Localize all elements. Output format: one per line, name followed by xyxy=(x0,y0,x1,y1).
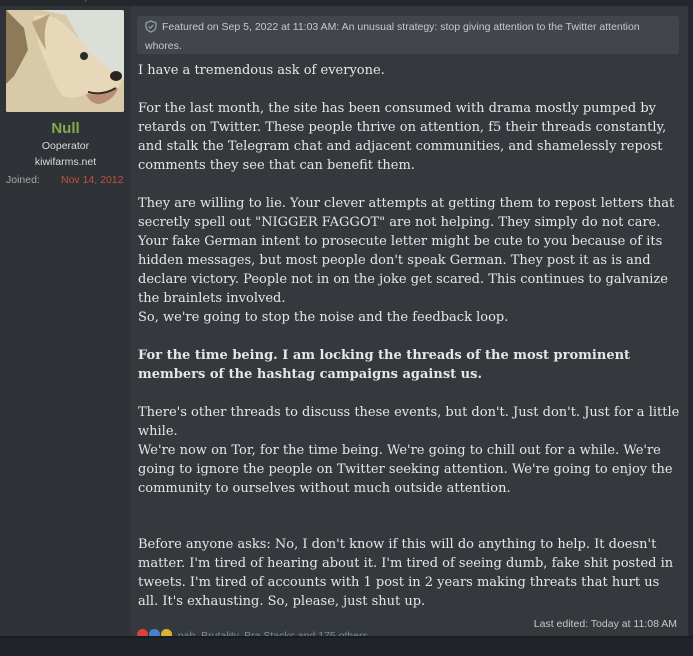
user-info-column: Null Ooperator kiwifarms.net Joined: Nov… xyxy=(0,6,131,636)
shield-check-icon xyxy=(145,20,157,38)
user-domain: kiwifarms.net xyxy=(34,156,97,168)
username[interactable]: Null xyxy=(0,120,131,137)
avatar-image xyxy=(6,10,124,112)
post-paragraph: So, we're going to stop the noise and th… xyxy=(138,310,509,325)
post-paragraph: For the last month, the site has been co… xyxy=(138,101,667,173)
last-edited: Last edited: Today at 11:08 AM xyxy=(533,618,677,630)
scrollbar[interactable] xyxy=(688,6,693,636)
user-title: Ooperator xyxy=(41,140,90,152)
joined-row: Joined: Nov 14, 2012 xyxy=(6,174,128,186)
post-paragraph: I have a tremendous ask of everyone. xyxy=(138,63,385,78)
post-content-column: Featured on Sep 5, 2022 at 11:03 AM: An … xyxy=(131,6,688,636)
featured-text: Featured on Sep 5, 2022 at 11:03 AM: An … xyxy=(145,21,640,52)
post-paragraph: They are willing to lie. Your clever att… xyxy=(138,196,675,306)
featured-notice: Featured on Sep 5, 2022 at 11:03 AM: An … xyxy=(137,16,679,54)
post-paragraph: We're now on Tor, for the time being. We… xyxy=(138,443,673,496)
top-strip-text: Joined: · Nov 14, 2012 · Staff xyxy=(4,0,147,3)
post-paragraph: There's other threads to discuss these e… xyxy=(138,405,680,439)
dog-avatar-icon[interactable] xyxy=(6,10,124,112)
post-paragraph-bold: For the time being. I am locking the thr… xyxy=(138,348,631,382)
joined-date: Nov 14, 2012 xyxy=(61,174,124,186)
joined-label: Joined: xyxy=(6,174,40,186)
bottom-bar xyxy=(0,636,693,656)
post-paragraph: Before anyone asks: No, I don't know if … xyxy=(138,537,674,609)
